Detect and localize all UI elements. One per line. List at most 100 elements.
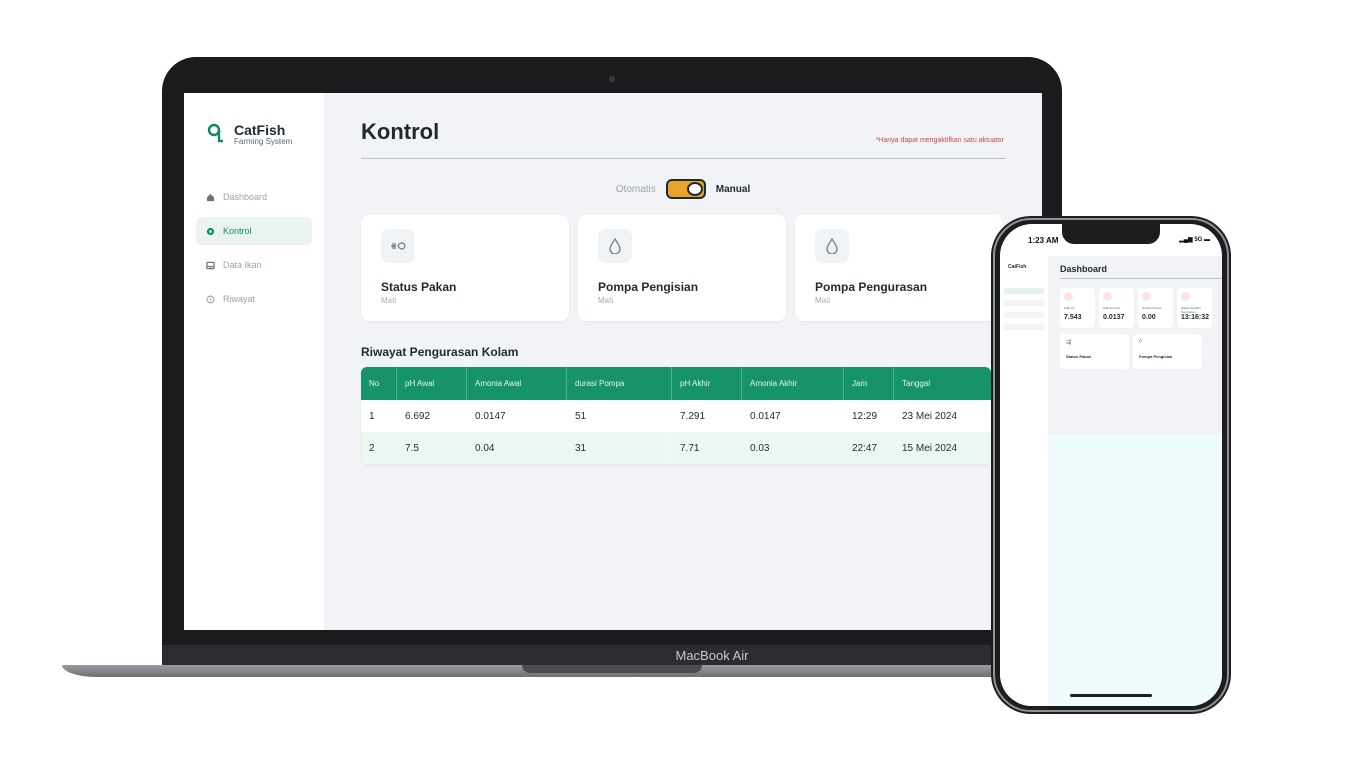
gear-icon: [206, 227, 215, 235]
table-cell: 7.5: [397, 432, 467, 464]
sidebar-item-riwayat[interactable]: Riwayat: [196, 285, 312, 313]
phone-card-pompa-pengisian[interactable]: ◊ Pompa Pengisian: [1133, 334, 1202, 369]
brand-logo[interactable]: CatFish Farming System: [206, 123, 292, 147]
stat-value: 13:16:32: [1181, 314, 1210, 321]
water-drop-icon: [815, 229, 849, 263]
stat-card-ph: Nilai pH 7.543: [1060, 288, 1095, 328]
stat-icon: [1103, 292, 1112, 301]
water-drop-icon: ◊: [1139, 339, 1142, 345]
history-icon: [206, 295, 215, 303]
table-header: No pH Awal Amonia Awal durasi Pompa pH A…: [361, 367, 991, 400]
table-row: 1 6.692 0.0147 51 7.291 0.0147 12:29 23 …: [361, 400, 991, 432]
home-icon: [206, 193, 215, 201]
sidebar-item-label: Dashboard: [223, 192, 268, 202]
water-drop-icon: [598, 229, 632, 263]
laptop-opening-notch: [522, 665, 702, 673]
phone-status: ▂▄▆ 5G ▬: [1179, 236, 1210, 243]
inbox-icon: [206, 261, 215, 269]
phone-nav-kontrol[interactable]: [1004, 300, 1044, 306]
sidebar-item-label: Data Ikan: [223, 260, 262, 270]
phone-card-status-pakan[interactable]: ⇶ Status Pakan: [1060, 334, 1129, 369]
mode-toggle-switch[interactable]: [665, 179, 706, 199]
phone-sidebar: CatFish: [1000, 256, 1048, 706]
laptop-screen: CatFish Farming System Dashboard Kontrol…: [184, 93, 1042, 630]
title-divider: [361, 158, 1005, 159]
column-header: Amonia Akhir: [742, 367, 844, 400]
brand-subtitle: Farming System: [234, 137, 293, 146]
column-header: pH Awal: [397, 367, 467, 400]
column-header: No: [361, 367, 397, 400]
card-status-pakan[interactable]: Status Pakan Mati: [361, 215, 569, 321]
toggle-knob: [686, 182, 703, 196]
table-cell: 51: [567, 400, 672, 432]
page-title: Kontrol: [361, 119, 440, 144]
table-cell: 12:29: [844, 400, 894, 432]
phone-nav-data-ikan[interactable]: [1004, 312, 1044, 318]
column-header: Amonia Awal: [467, 367, 567, 400]
column-header: pH Akhir: [672, 367, 742, 400]
stat-card-amonia: Nilai Amonia 0.0137: [1099, 288, 1134, 328]
fish-icon: [381, 229, 415, 263]
stat-value: 0.0137: [1103, 314, 1125, 321]
column-header: Jam: [844, 367, 894, 400]
table-cell: 0.0147: [467, 400, 567, 432]
phone-main: Dashboard Nilai pH 7.543 Nilai Amonia 0.…: [1048, 256, 1222, 706]
catfish-logo-icon: [207, 123, 223, 143]
table-cell: 7.291: [672, 400, 742, 432]
phone-title-divider: [1060, 278, 1222, 279]
signal-icon: ▂▄▆: [1179, 237, 1195, 243]
table-cell: 15 Mei 2024: [902, 442, 958, 454]
mode-label-manual: Manual: [715, 183, 751, 195]
home-indicator: [1070, 694, 1152, 697]
actuator-note: *Hanya dapat mengaktifkan satu aktuator: [875, 137, 1004, 144]
sidebar-item-kontrol[interactable]: Kontrol: [196, 217, 312, 245]
stat-icon: [1181, 292, 1190, 301]
main-content: Kontrol *Hanya dapat mengaktifkan satu a…: [324, 93, 1042, 630]
stat-value: 7.543: [1064, 314, 1082, 321]
sidebar-item-label: Riwayat: [223, 294, 256, 304]
sidebar-item-label: Kontrol: [223, 226, 252, 236]
phone-time: 1:23 AM: [1028, 236, 1059, 245]
phone-nav-riwayat[interactable]: [1004, 324, 1044, 330]
table-cell: 6.692: [397, 400, 467, 432]
actuator-cards: Status Pakan Mati Pompa Pengisian Mati P…: [361, 215, 1003, 321]
phone-lower-area: [1048, 434, 1222, 706]
column-header: durasi Pompa: [567, 367, 672, 400]
table-cell: 0.0147: [742, 400, 844, 432]
stat-label: Nilai pH: [1064, 306, 1075, 310]
phone-stats: Nilai pH 7.543 Nilai Amonia 0.0137 Duras…: [1060, 288, 1212, 328]
sidebar-item-data-ikan[interactable]: Data Ikan: [196, 251, 312, 279]
stat-card-waktu: Waktu Terakhir Pemberian 13:16:32: [1177, 288, 1212, 328]
battery-icon: ▬: [1202, 237, 1210, 243]
camera-dot: [609, 76, 615, 82]
history-title: Riwayat Pengurasan Kolam: [361, 345, 519, 359]
phone-card-title: Pompa Pengisian: [1139, 354, 1173, 359]
stat-card-durasi: Durasi Pompa 0.00: [1138, 288, 1173, 328]
fish-icon: ⇶: [1066, 340, 1072, 346]
phone-nav-dashboard[interactable]: [1004, 288, 1044, 294]
stat-label: Durasi Pompa: [1142, 306, 1162, 310]
table-cell: 2: [361, 432, 397, 464]
sidebar: CatFish Farming System Dashboard Kontrol…: [184, 93, 324, 630]
card-title: Pompa Pengurasan: [815, 280, 928, 294]
phone-actuator-cards: ⇶ Status Pakan ◊ Pompa Pengisian: [1060, 334, 1202, 369]
card-pompa-pengisian[interactable]: Pompa Pengisian Mati: [578, 215, 786, 321]
table-row: 2 7.5 0.04 31 7.71 0.03 22:47 15 Mei 202…: [361, 432, 991, 464]
card-status: Mati: [381, 296, 397, 305]
model-label: MacBook Air: [675, 648, 749, 663]
column-header: Tanggal: [902, 379, 931, 388]
table-cell: 23 Mei 2024: [902, 410, 958, 422]
card-status: Mati: [815, 296, 831, 305]
stat-label: Nilai Amonia: [1103, 306, 1120, 310]
laptop-hinge: MacBook Air: [162, 645, 1062, 667]
history-table: No pH Awal Amonia Awal durasi Pompa pH A…: [361, 367, 991, 464]
table-cell: 7.71: [672, 432, 742, 464]
sidebar-item-dashboard[interactable]: Dashboard: [196, 183, 312, 211]
brand-title: CatFish: [234, 122, 286, 138]
card-status: Mati: [598, 296, 614, 305]
phone-card-title: Status Pakan: [1066, 354, 1092, 359]
card-title: Status Pakan: [381, 280, 457, 294]
card-pompa-pengurasan[interactable]: Pompa Pengurasan Mati: [795, 215, 1003, 321]
mode-label-otomatis: Otomatis: [615, 183, 656, 195]
stat-value: 0.00: [1142, 314, 1156, 321]
